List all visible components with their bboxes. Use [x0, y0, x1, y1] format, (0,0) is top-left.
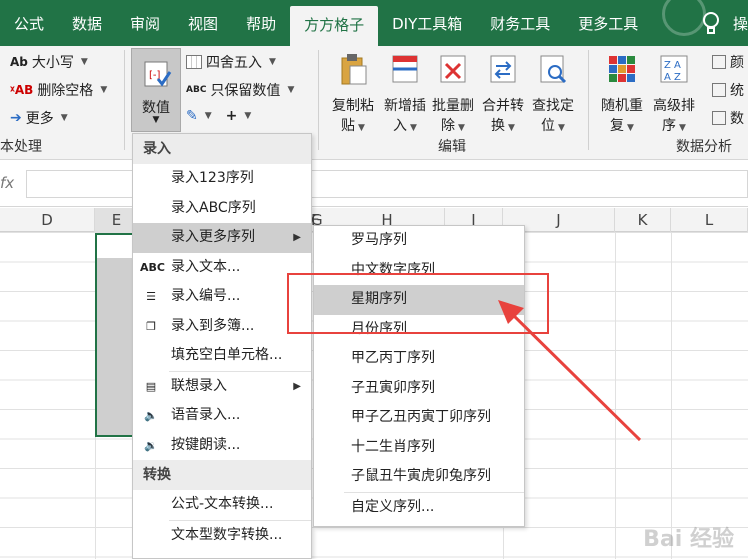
menu-item-input-abc[interactable]: 录入ABC序列: [133, 194, 311, 224]
grid-icon: [712, 111, 726, 125]
tab-help[interactable]: 帮助: [232, 0, 290, 46]
ribbon-tab-bar: 公式 数据 审阅 视图 帮助 方方格子 DIY工具箱 财务工具 更多工具 操: [0, 0, 748, 46]
quick-tools-row: ✎ ▼ + ▼: [186, 108, 252, 124]
remove-space-icon: ᵡAB: [10, 83, 34, 97]
menu-section-convert: 转换: [133, 460, 311, 490]
tab-review[interactable]: 审阅: [116, 0, 174, 46]
more-button[interactable]: ➔ 更多 ▼: [10, 108, 68, 128]
ribbon-body: Ab 大小写 ▼ ᵡAB 删除空格 ▼ ➔ 更多 ▼ 本处理 [-] 数值 ▼ 四舍五…: [0, 46, 748, 160]
insert-icon: [392, 55, 418, 83]
table-icon: ▤: [145, 379, 157, 393]
color-analysis-button[interactable]: 颜: [712, 52, 744, 72]
text-group-label: 本处理: [0, 139, 42, 155]
watermark-logo: Bai 经验: [643, 527, 734, 552]
menu-item-associative-input[interactable]: ▤ 联想录入 ▶: [133, 372, 311, 402]
value-dropdown-menu: 录入 录入123序列 录入ABC序列 录入更多序列 ▶ ABC 录入文本... ☰ 录…: [132, 133, 312, 559]
column-header-d[interactable]: D: [0, 208, 95, 232]
formula-bar: fx: [0, 161, 748, 207]
random-grid-icon: [609, 56, 635, 82]
list-icon: ☰: [146, 290, 156, 303]
submenu-arrow-icon: ▶: [293, 380, 301, 392]
keep-number-button[interactable]: ABC 只保留数值 ▼: [186, 80, 294, 100]
grid-icon: [712, 83, 726, 97]
svg-text:Z A: Z A: [664, 60, 681, 71]
merge-convert-button[interactable]: 合并转 换 ▼: [480, 52, 526, 138]
data-button[interactable]: 数: [712, 108, 744, 128]
menu-item-input-more-series[interactable]: 录入更多序列 ▶: [133, 223, 311, 253]
submenu-arrow-icon: ▶: [293, 232, 301, 243]
find-icon: [540, 55, 567, 84]
merge-icon: [490, 55, 516, 83]
lightbulb-icon[interactable]: [700, 10, 722, 36]
menu-item-key-read-aloud[interactable]: 🔉 按键朗读...: [133, 431, 311, 461]
grid-round-icon: [186, 55, 202, 69]
delete-icon: [440, 55, 466, 83]
value-button-label: 数值: [142, 100, 170, 116]
case-button[interactable]: Ab 大小写 ▼: [10, 52, 88, 72]
grid-icon: [712, 55, 726, 69]
menu-item-text-number-convert[interactable]: 文本型数字转换...: [133, 521, 311, 551]
value-icon: [-]: [144, 61, 172, 87]
edit-group-label: 编辑: [438, 139, 466, 155]
tell-me-label[interactable]: 操: [733, 0, 748, 48]
menu-section-input: 录入: [133, 134, 311, 164]
menu-item-input-text[interactable]: ABC 录入文本...: [133, 253, 311, 283]
tab-data[interactable]: 数据: [58, 0, 116, 46]
tab-finance-tools[interactable]: 财务工具: [476, 0, 564, 46]
menu-item-input-multi-book[interactable]: ❐ 录入到多簿...: [133, 312, 311, 342]
fx-icon[interactable]: fx: [0, 174, 14, 192]
tab-view[interactable]: 视图: [174, 0, 232, 46]
menu-item-input-123[interactable]: 录入123序列: [133, 164, 311, 194]
tab-more-tools[interactable]: 更多工具: [564, 0, 652, 46]
batch-delete-button[interactable]: 批量删 除 ▼: [430, 52, 476, 138]
menu-item-voice-input[interactable]: 🔈 语音录入...: [133, 401, 311, 431]
edit-icon[interactable]: ✎: [186, 108, 198, 124]
column-header-k[interactable]: K: [615, 208, 671, 232]
value-button[interactable]: [-] 数值 ▼: [131, 48, 181, 132]
menu-item-fill-blank[interactable]: 填充空白单元格...: [133, 341, 311, 371]
random-repeat-button[interactable]: 随机重 复 ▼: [598, 52, 646, 138]
statistics-button[interactable]: 统: [712, 80, 744, 100]
copy-paste-button[interactable]: 复制粘 贴 ▼: [330, 52, 376, 138]
sort-az-icon: Z A A Z: [660, 55, 688, 83]
submenu-item-roman[interactable]: 罗马序列: [314, 226, 524, 256]
advanced-sort-button[interactable]: Z A A Z 高级排 序 ▼: [650, 52, 698, 138]
svg-text:A Z: A Z: [664, 72, 681, 83]
clipboard-icon: [341, 54, 367, 85]
insert-button[interactable]: 新增插 入 ▼: [382, 52, 428, 138]
menu-item-input-numbering[interactable]: ☰ 录入编号...: [133, 282, 311, 312]
find-locate-button[interactable]: 查找定 位 ▼: [528, 52, 578, 138]
grid-line: [671, 232, 672, 559]
chevron-down-icon: ▼: [152, 115, 160, 125]
submenu-item-branch-zodiac[interactable]: 子鼠丑牛寅虎卯兔序列: [314, 462, 524, 492]
analysis-group-label: 数据分析: [676, 139, 732, 155]
speaker-icon: 🔈: [144, 409, 158, 422]
submenu-item-custom[interactable]: 自定义序列...: [314, 493, 524, 523]
plus-icon[interactable]: +: [226, 108, 238, 124]
selected-cells[interactable]: [97, 258, 135, 435]
menu-item-formula-text-convert[interactable]: 公式-文本转换...: [133, 490, 311, 520]
group-divider: [124, 50, 125, 150]
abc-icon: ABC: [140, 260, 165, 274]
group-divider: [588, 50, 589, 150]
tab-formulas[interactable]: 公式: [0, 0, 58, 46]
ab-case-icon: Ab: [10, 55, 28, 69]
annotation-arrow: [498, 300, 642, 442]
column-header-l[interactable]: L: [671, 208, 748, 232]
remove-space-button[interactable]: ᵡAB 删除空格 ▼: [10, 80, 107, 100]
copy-icon: ❐: [146, 319, 156, 333]
tab-fangfanggezi[interactable]: 方方格子: [290, 6, 379, 46]
speaker-plus-icon: 🔉: [144, 438, 158, 452]
round-button[interactable]: 四舍五入 ▼: [186, 52, 276, 72]
group-divider: [318, 50, 319, 150]
tab-diy-toolbox[interactable]: DIY工具箱: [378, 0, 476, 46]
arrow-right-icon: ➔: [10, 110, 22, 126]
abc-icon: ABC: [186, 85, 207, 95]
